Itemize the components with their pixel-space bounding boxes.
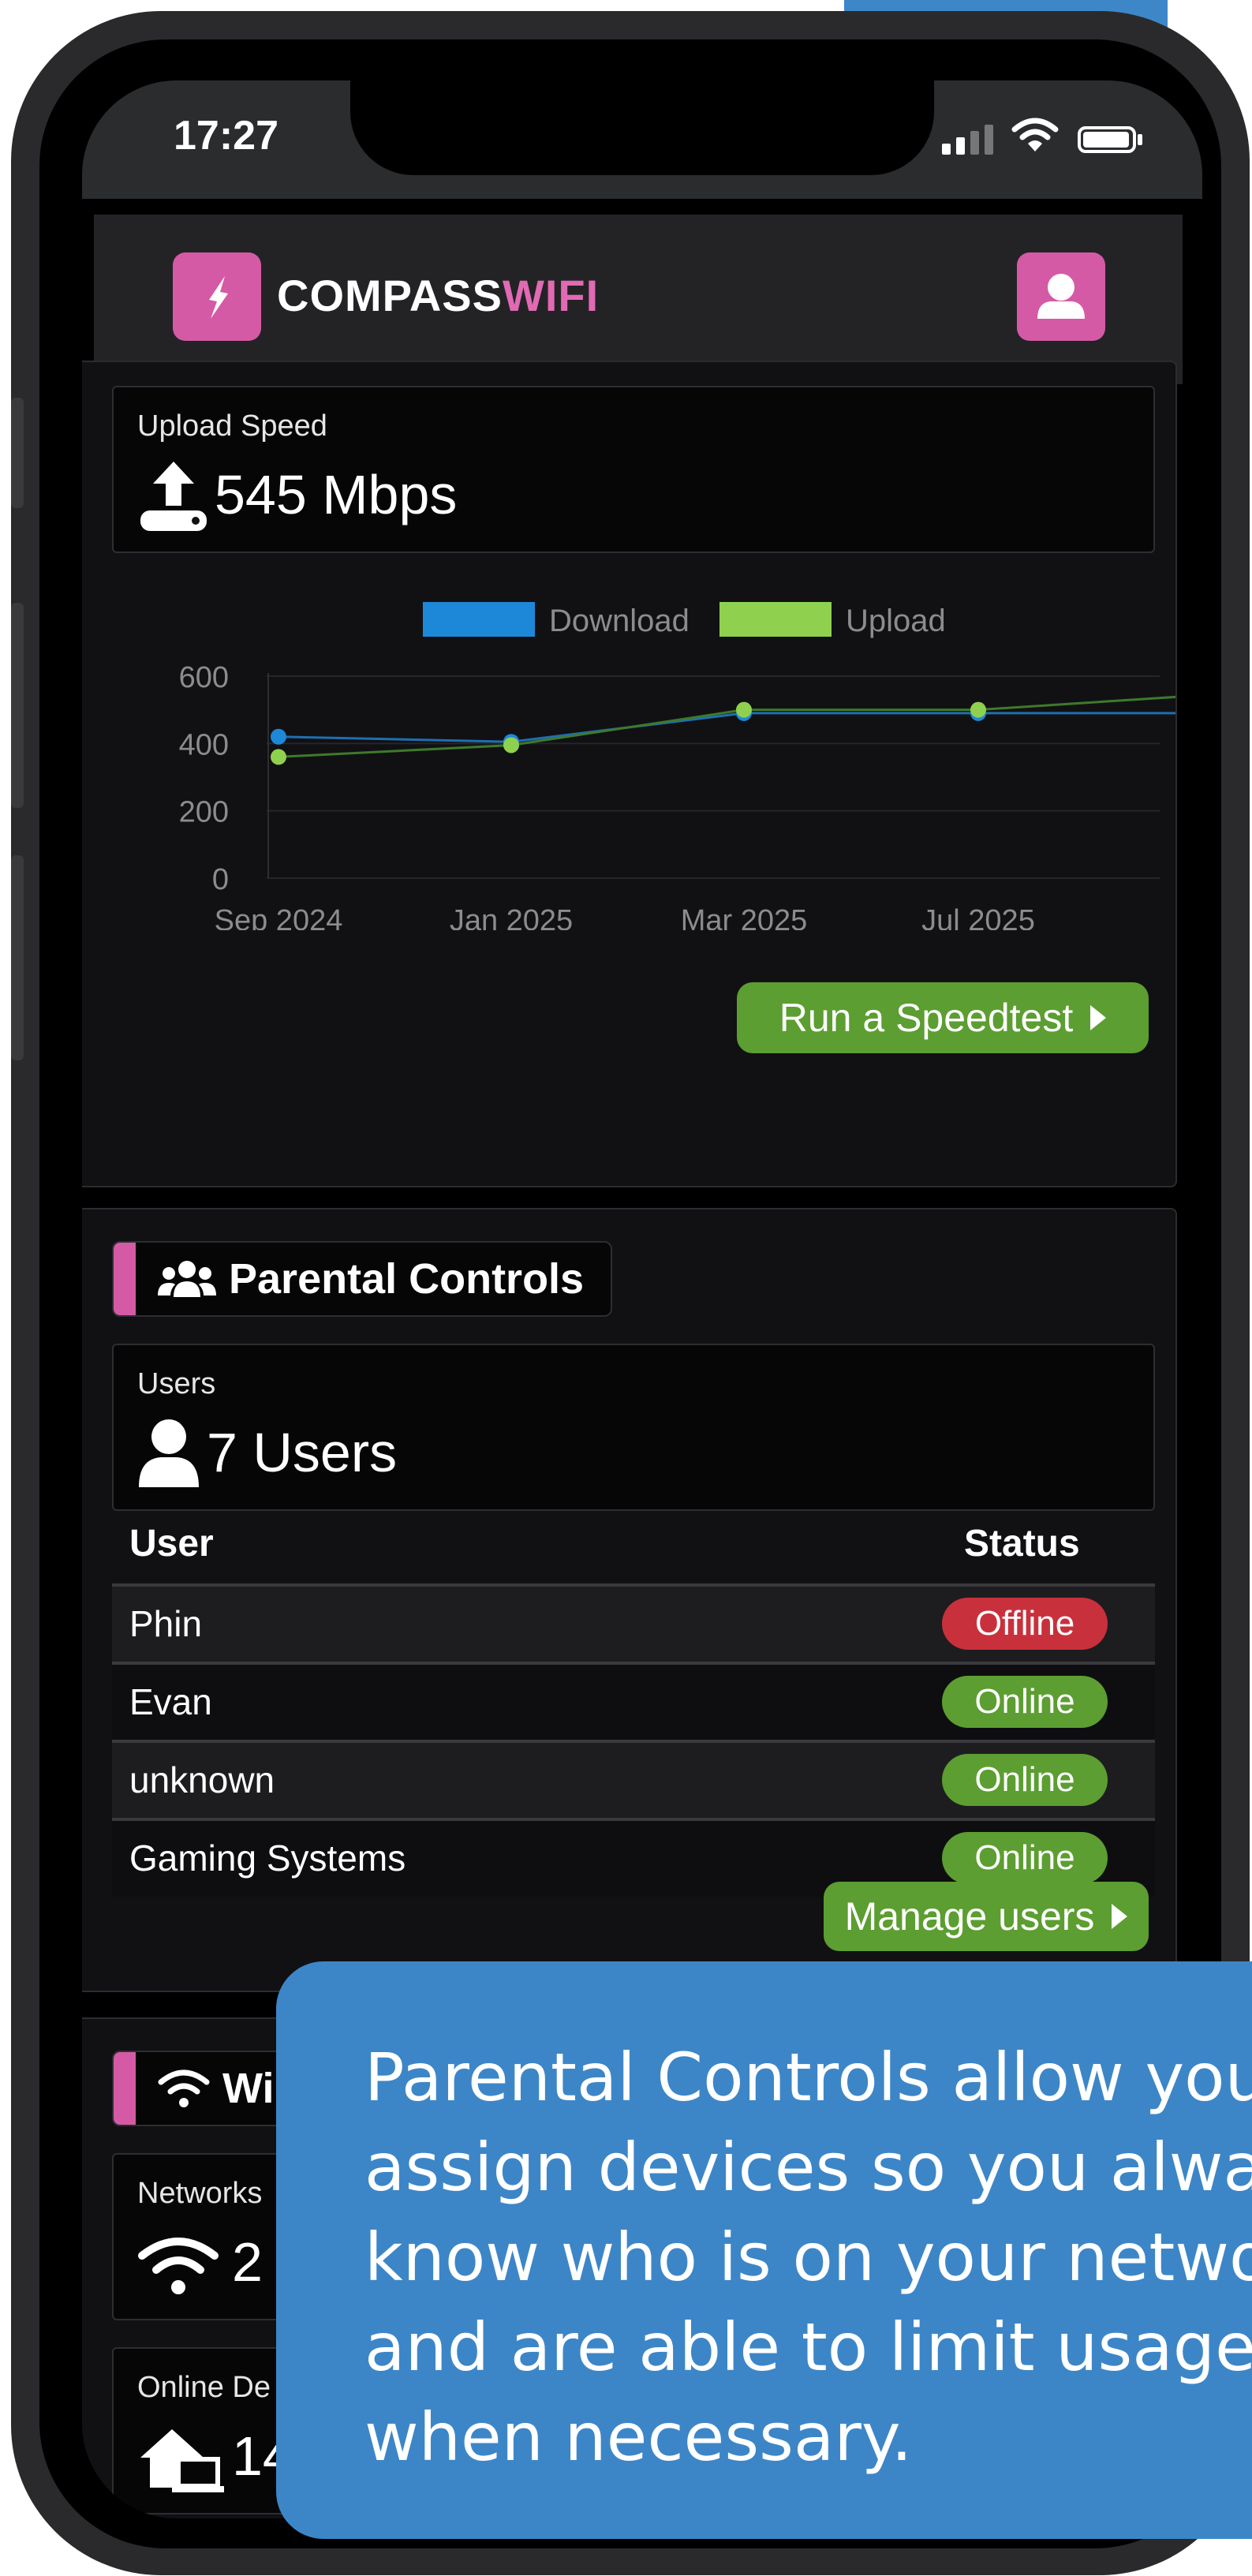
status-badge: Online — [942, 1832, 1108, 1884]
brand-name-part1: COMPASS — [277, 271, 503, 320]
users-group-icon — [158, 1261, 216, 1297]
data-point — [503, 737, 519, 753]
battery-cap — [1138, 134, 1142, 145]
callout-line: and are able to limit usage — [364, 2309, 1252, 2386]
column-header-user: User — [129, 1523, 214, 1565]
volume-down-button — [11, 855, 24, 1060]
wifi-status-icon — [1011, 118, 1059, 151]
callout-line: know who is on your netwo — [364, 2219, 1252, 2296]
app-header: COMPASSWIFI — [94, 215, 1183, 384]
brand-name: COMPASSWIFI — [277, 270, 599, 321]
user-name: Evan — [129, 1681, 212, 1722]
callout-line: Parental Controls allow you — [364, 2039, 1252, 2116]
run-speedtest-label: Run a Speedtest — [779, 996, 1074, 1040]
table-row[interactable]: unknown Online — [112, 1740, 1155, 1819]
data-point — [970, 701, 986, 718]
status-bar: 17:27 — [82, 80, 1202, 199]
networks-label: Networks — [137, 2177, 263, 2210]
legend-swatch — [719, 602, 832, 637]
legend-label: Upload — [846, 604, 946, 638]
user-account-button[interactable] — [1017, 252, 1105, 341]
chevron-right-icon — [1090, 1005, 1107, 1030]
callout-line: assign devices so you alwa — [364, 2129, 1252, 2206]
section-accent-bar — [114, 1243, 136, 1315]
user-name: Gaming Systems — [129, 1838, 406, 1879]
speed-card: Upload Speed 545 Mbps Download Upload 600 4… — [82, 361, 1177, 1187]
compass-logo-icon[interactable] — [173, 252, 261, 341]
table-row[interactable]: Evan Online — [112, 1662, 1155, 1740]
chevron-right-icon — [1112, 1904, 1128, 1929]
y-tick-label: 0 — [212, 863, 229, 896]
users-label: Users — [137, 1367, 216, 1400]
column-header-status: Status — [964, 1523, 1080, 1565]
feature-callout: Parental Controls allow you assign devic… — [276, 1961, 1252, 2539]
data-point — [736, 701, 752, 718]
user-icon — [139, 1419, 199, 1487]
brand-name-part2: WIFI — [503, 271, 600, 320]
user-icon — [1037, 274, 1085, 319]
status-time: 17:27 — [174, 113, 278, 159]
series-line — [278, 712, 1175, 743]
volume-up-button — [11, 603, 24, 808]
devices-home-icon — [140, 2429, 224, 2492]
status-badge: Offline — [942, 1598, 1108, 1650]
y-tick-label: 400 — [179, 728, 229, 761]
legend-label: Download — [549, 604, 690, 638]
wifi-icon — [158, 2069, 210, 2107]
users-count-value: 7 Users — [207, 1422, 398, 1483]
notch — [350, 80, 934, 175]
users-table: User Status Phin Offline Evan Online unknown… — [112, 1508, 1155, 1902]
wifi-icon — [138, 2238, 219, 2294]
user-name: Phin — [129, 1603, 203, 1644]
legend-swatch — [423, 602, 535, 637]
parental-controls-title: Parental Controls — [229, 1255, 585, 1303]
status-badge: Online — [942, 1676, 1108, 1728]
x-tick-label: Jan 2025 — [450, 904, 573, 930]
x-tick-label: Jul 2025 — [921, 904, 1035, 930]
upload-speed-box: Upload Speed 545 Mbps — [112, 386, 1155, 553]
upload-icon — [140, 462, 207, 531]
y-tick-label: 200 — [179, 796, 229, 829]
status-badge: Online — [942, 1754, 1108, 1806]
upload-speed-label: Upload Speed — [137, 409, 327, 443]
x-tick-label: Mar 2025 — [681, 904, 808, 930]
x-tick-label: Sep 2024 — [215, 904, 343, 930]
cellular-signal-icon — [942, 125, 993, 155]
speed-chart: Download Upload 600 400 200 0 Sep 2024 Jan 2025… — [179, 602, 1175, 930]
callout-line: when necessary. — [364, 2398, 913, 2476]
parental-controls-card: Parental Controls Users 7 Users User Sta… — [82, 1208, 1177, 1992]
data-point — [271, 728, 286, 745]
parental-controls-header: Parental Controls — [112, 1241, 612, 1317]
run-speedtest-button[interactable]: Run a Speedtest — [737, 982, 1149, 1053]
callout-text: Parental Controls allow you assign devic… — [364, 2032, 1252, 2482]
online-devices-label: Online De — [137, 2371, 271, 2404]
mute-switch — [11, 398, 24, 508]
series-line — [278, 695, 1175, 758]
upload-speed-value: 545 Mbps — [215, 464, 458, 525]
battery-icon — [1078, 126, 1136, 153]
user-name: unknown — [129, 1759, 275, 1800]
section-accent-bar — [114, 2052, 136, 2125]
table-row[interactable]: Phin Offline — [112, 1583, 1155, 1662]
manage-users-label: Manage users — [844, 1894, 1095, 1939]
wifi-section-title: Wi — [222, 2065, 275, 2112]
users-count-box: Users 7 Users — [112, 1344, 1155, 1511]
networks-value: 2 — [232, 2231, 263, 2293]
data-point — [271, 749, 286, 765]
manage-users-button[interactable]: Manage users — [824, 1882, 1149, 1951]
y-tick-label: 600 — [179, 661, 229, 694]
